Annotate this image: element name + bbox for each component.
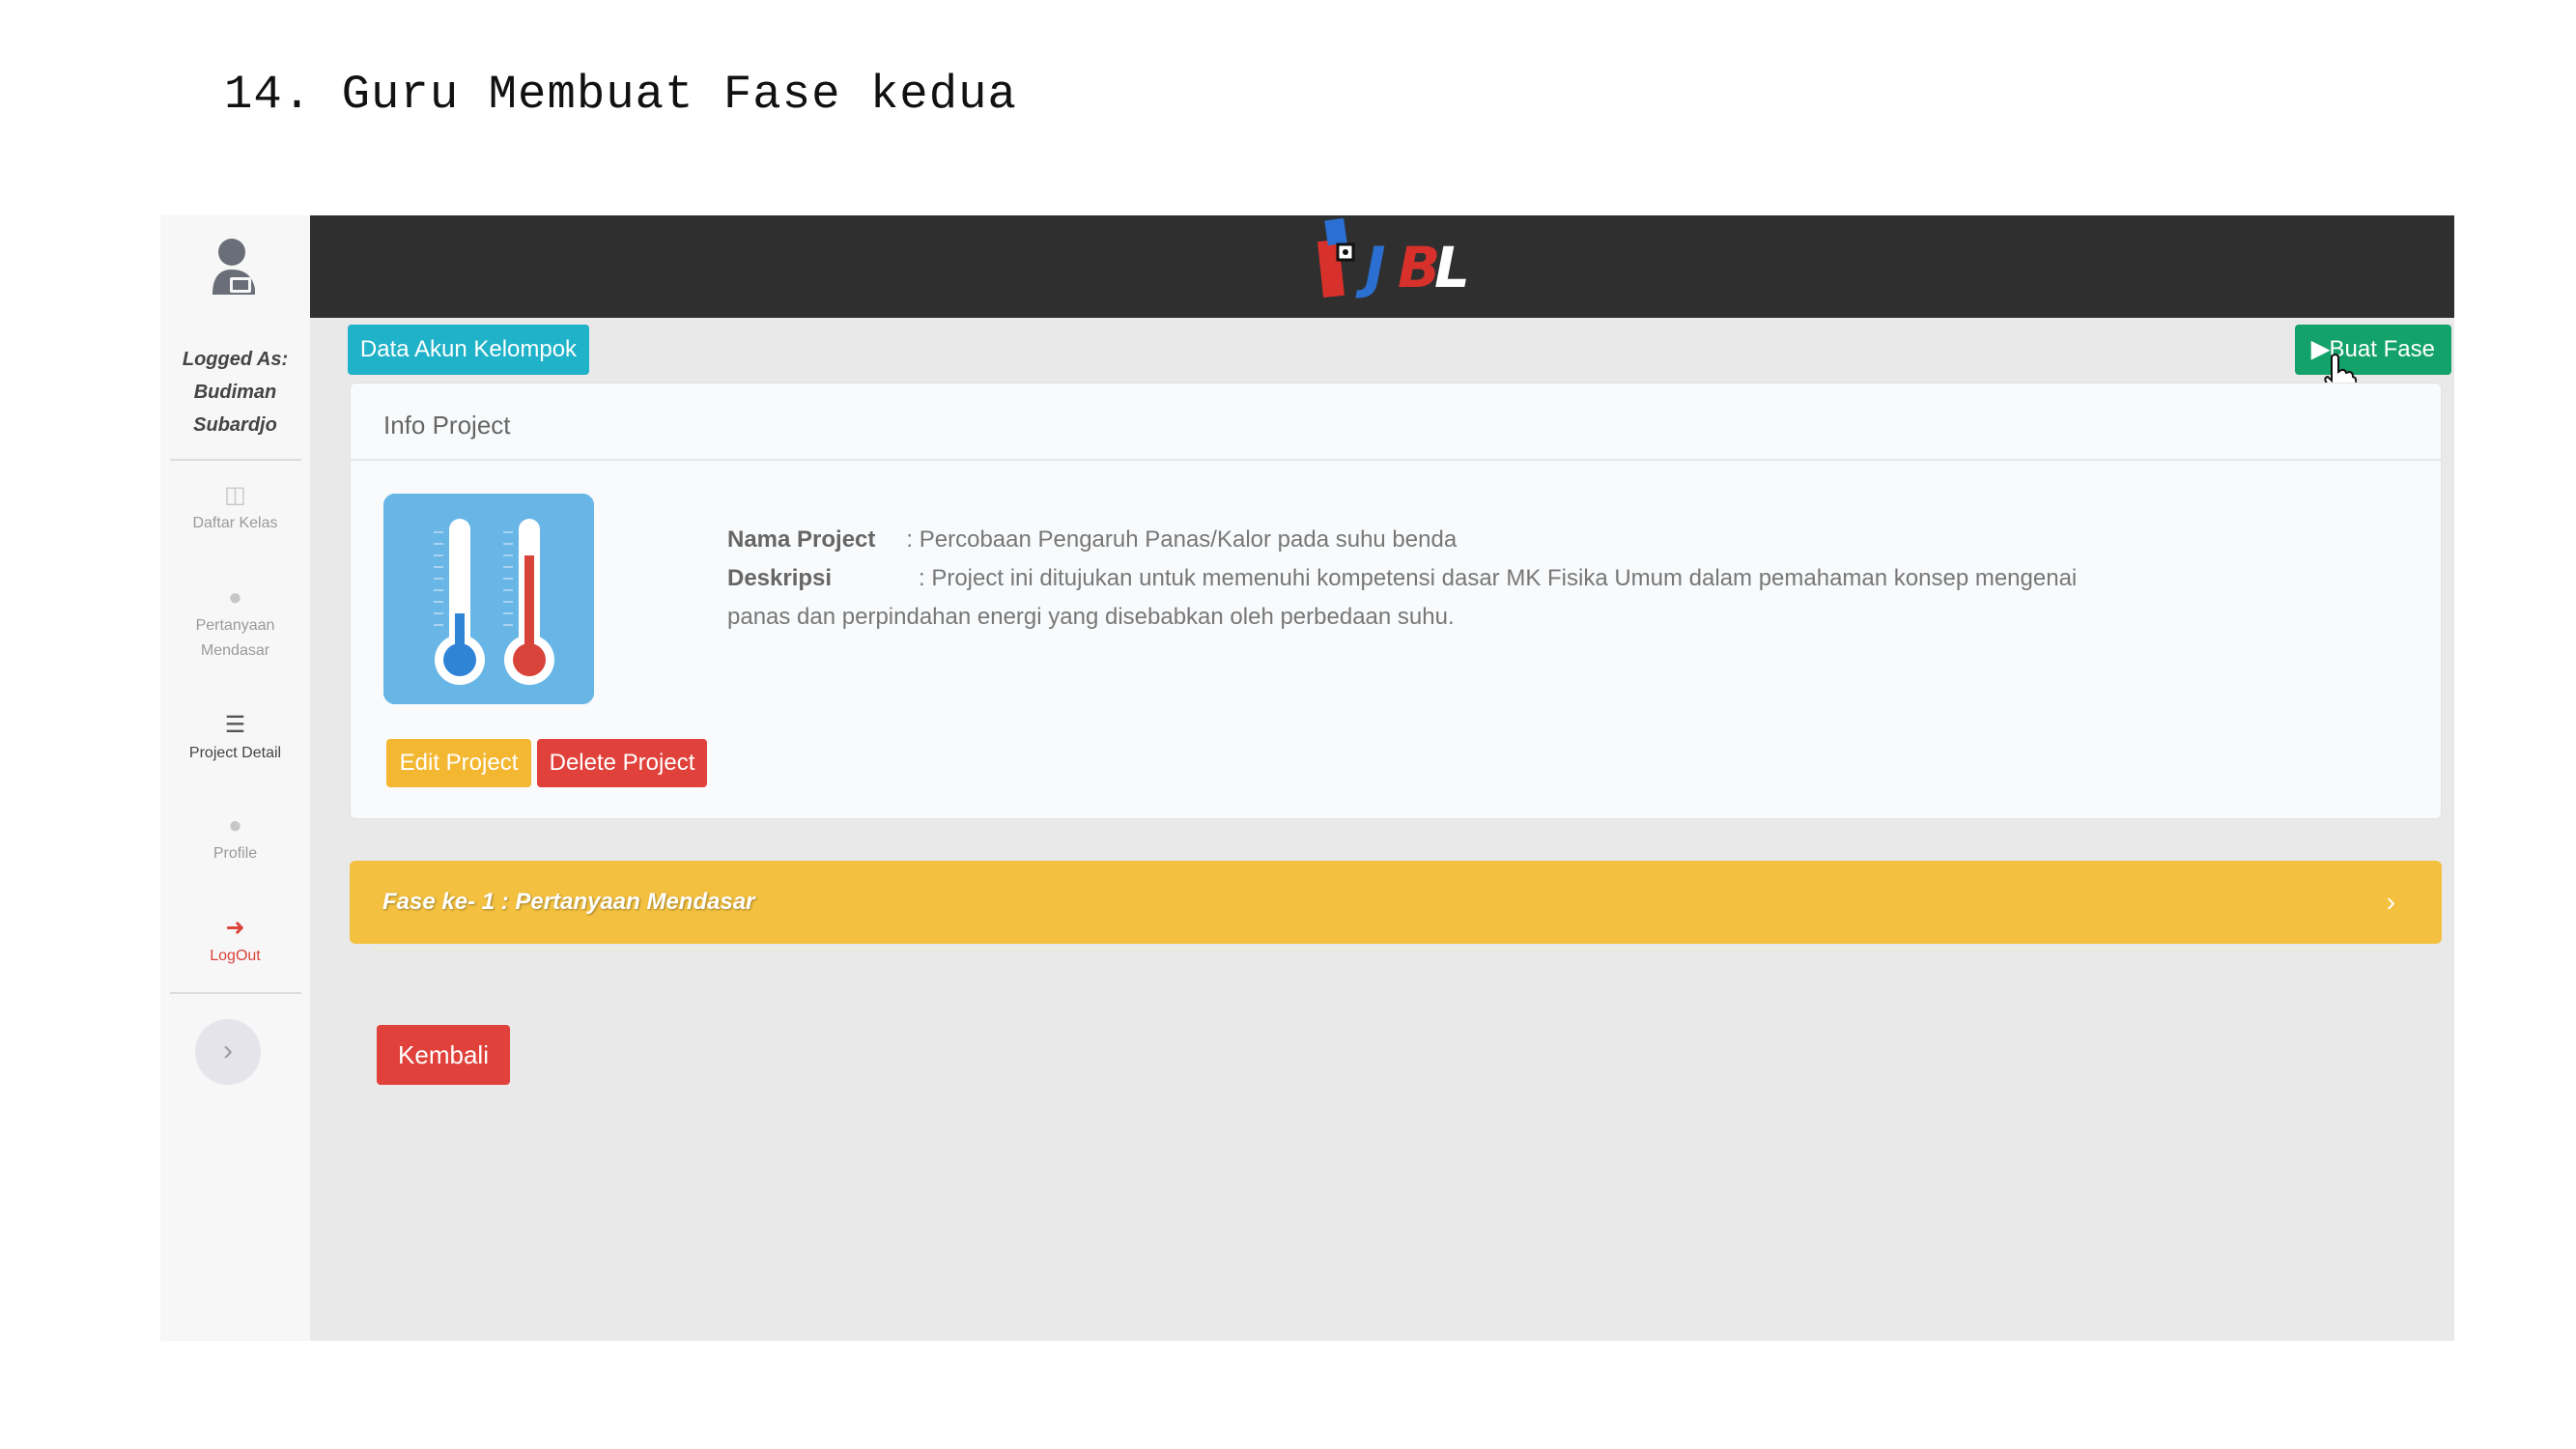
sidebar-item-logout[interactable]: ➜ LogOut — [160, 915, 310, 969]
nama-project-row: Nama Project : Percobaan Pengaruh Panas/K… — [727, 521, 1457, 559]
sidebar-item-label: Daftar Kelas — [192, 515, 278, 531]
sidebar-item-label: Project Detail — [188, 745, 282, 761]
user-icon: ● — [228, 812, 242, 838]
chat-icon: ◫ — [224, 482, 246, 508]
logout-icon: ➜ — [225, 915, 245, 941]
nama-project-label: Nama Project — [727, 526, 876, 553]
sidebar-divider — [170, 992, 301, 994]
edit-project-button[interactable]: Edit Project — [386, 739, 531, 787]
sidebar-item-label-line2: Mendasar — [200, 642, 270, 659]
kembali-button[interactable]: Kembali — [377, 1025, 510, 1085]
pjbl-logo[interactable]: J B L — [1315, 215, 1479, 308]
sidebar-item-project-detail[interactable]: ☰ Project Detail — [160, 712, 310, 766]
document-heading: 14. Guru Membuat Fase kedua — [224, 68, 1017, 122]
chevron-right-icon: › — [223, 1035, 233, 1066]
data-akun-kelompok-button[interactable]: Data Akun Kelompok — [348, 325, 589, 375]
app-screenshot: Logged As: Budiman Subardjo ◫ Daftar Kel… — [160, 215, 2454, 1341]
question-icon: ● — [228, 584, 242, 611]
user-first-name: Budiman — [193, 382, 277, 403]
delete-project-button[interactable]: Delete Project — [537, 739, 707, 787]
sidebar-item-label: Pertanyaan — [195, 617, 275, 634]
sidebar: Logged As: Budiman Subardjo ◫ Daftar Kel… — [160, 215, 310, 1341]
nama-project-value: : Percobaan Pengaruh Panas/Kalor pada su… — [906, 526, 1458, 553]
logged-as-label: Logged As: — [182, 349, 289, 370]
svg-text:L: L — [1434, 235, 1470, 300]
chevron-right-icon: › — [2386, 887, 2395, 917]
sidebar-item-pertanyaan-mendasar[interactable]: ● Pertanyaan Mendasar — [160, 584, 310, 664]
top-navbar: J B L — [310, 215, 2454, 318]
sidebar-item-profile[interactable]: ● Profile — [160, 812, 310, 867]
deskripsi-row: Deskripsi : Project ini ditujukan untuk m… — [727, 559, 2077, 598]
sidebar-item-label: Profile — [212, 845, 258, 862]
card-title: Info Project — [383, 411, 511, 440]
svg-text:J: J — [1355, 235, 1386, 300]
card-divider — [351, 459, 2441, 461]
user-last-name: Subardjo — [193, 414, 277, 436]
sidebar-expand-button[interactable]: › — [195, 1019, 261, 1085]
deskripsi-label: Deskripsi — [727, 565, 833, 591]
list-icon: ☰ — [224, 712, 246, 738]
phase-label: Fase ke- 1 : Pertanyaan Mendasar — [382, 889, 755, 915]
deskripsi-value-line2: panas dan perpindahan energi yang diseba… — [727, 604, 1455, 630]
buat-fase-button[interactable]: ▶​Buat Fase — [2295, 325, 2451, 375]
thermometer-image — [383, 494, 594, 704]
logged-as-info: Logged As: Budiman Subardjo — [160, 343, 310, 441]
user-avatar-icon — [212, 239, 255, 295]
deskripsi-value-line1: : Project ini ditujukan untuk memenuhi k… — [919, 565, 2078, 591]
sidebar-item-daftar-kelas[interactable]: ◫ Daftar Kelas — [160, 482, 310, 536]
phase-divider — [373, 948, 2401, 950]
phase-accordion-item[interactable]: Fase ke- 1 : Pertanyaan Mendasar › — [350, 861, 2442, 944]
sidebar-item-label: LogOut — [210, 948, 261, 964]
sidebar-divider — [170, 459, 301, 461]
